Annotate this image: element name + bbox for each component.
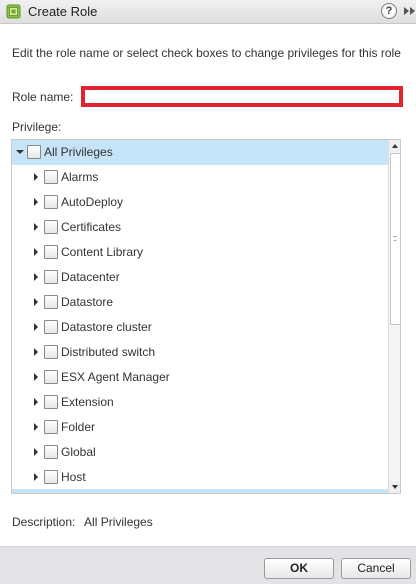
scroll-down-arrow-icon[interactable] <box>389 481 400 493</box>
tree-row-all-privileges[interactable]: All Privileges <box>12 140 388 165</box>
tree-row-label: Certificates <box>61 220 122 234</box>
tree-row-folder[interactable]: Folder <box>12 415 388 440</box>
ok-button[interactable]: OK <box>264 558 334 579</box>
expand-icon[interactable] <box>403 6 416 16</box>
expand-arrow-icon[interactable] <box>34 198 38 206</box>
tree-row-certificates[interactable]: Certificates <box>12 215 388 240</box>
privilege-label: Privilege: <box>12 120 62 134</box>
tree-row-global[interactable]: Global <box>12 440 388 465</box>
checkbox-datacenter[interactable] <box>44 270 58 284</box>
dialog-footer: OK Cancel <box>0 546 416 584</box>
tree-row-content-library[interactable]: Content Library <box>12 240 388 265</box>
tree-row-label: ESX Agent Manager <box>61 370 170 384</box>
expand-arrow-icon[interactable] <box>34 223 38 231</box>
expand-arrow-icon[interactable] <box>34 273 38 281</box>
tree-row-esx-agent-manager[interactable]: ESX Agent Manager <box>12 365 388 390</box>
checkbox-datastore-cluster[interactable] <box>44 320 58 334</box>
scroll-thumb[interactable]: :: <box>390 153 400 325</box>
privilege-tree[interactable]: All Privileges Alarms AutoDeploy Certifi… <box>11 139 401 494</box>
tree-row-label: Datacenter <box>61 270 120 284</box>
tree-row-label: All Privileges <box>44 145 113 159</box>
checkbox-all-privileges[interactable] <box>27 145 41 159</box>
checkbox-certificates[interactable] <box>44 220 58 234</box>
grip-icon: :: <box>393 233 397 243</box>
window-title: Create Role <box>28 4 98 19</box>
expand-arrow-icon[interactable] <box>34 423 38 431</box>
checkbox-extension[interactable] <box>44 395 58 409</box>
tree-row-label: Extension <box>61 395 114 409</box>
tree-row-label: Datastore <box>61 295 114 309</box>
checkbox-host[interactable] <box>44 470 58 484</box>
checkbox-folder[interactable] <box>44 420 58 434</box>
expand-arrow-icon[interactable] <box>34 373 38 381</box>
help-button[interactable]: ? <box>381 3 397 19</box>
expand-arrow-icon[interactable] <box>34 473 38 481</box>
tree-row-label: Content Library <box>61 245 144 259</box>
tree-row-label: Global <box>61 445 96 459</box>
checkbox-distributed-switch[interactable] <box>44 345 58 359</box>
tree-row-label: Host <box>61 470 86 484</box>
checkbox-alarms[interactable] <box>44 170 58 184</box>
checkbox-datastore[interactable] <box>44 295 58 309</box>
tree-row-label: Distributed switch <box>61 345 156 359</box>
tree-row-label: Folder <box>61 420 96 434</box>
tree-row-label: AutoDeploy <box>61 195 124 209</box>
expand-arrow-icon[interactable] <box>34 323 38 331</box>
role-name-input[interactable] <box>81 86 403 107</box>
vsphere-role-icon <box>6 4 21 19</box>
expand-arrow-icon[interactable] <box>34 348 38 356</box>
expand-arrow-icon[interactable] <box>34 248 38 256</box>
checkbox-esx-agent-manager[interactable] <box>44 370 58 384</box>
expand-arrow-icon[interactable] <box>34 448 38 456</box>
tree-row-host[interactable]: Host <box>12 465 388 490</box>
checkbox-global[interactable] <box>44 445 58 459</box>
tree-row-next-partial <box>12 489 388 493</box>
expand-arrow-icon[interactable] <box>34 173 38 181</box>
instructions-text: Edit the role name or select check boxes… <box>12 46 401 60</box>
tree-row-extension[interactable]: Extension <box>12 390 388 415</box>
collapse-arrow-icon[interactable] <box>16 150 24 154</box>
expand-arrow-icon[interactable] <box>34 398 38 406</box>
description: Description: All Privileges <box>12 515 153 529</box>
tree-row-datastore-cluster[interactable]: Datastore cluster <box>12 315 388 340</box>
tree-row-alarms[interactable]: Alarms <box>12 165 388 190</box>
tree-row-label: Datastore cluster <box>61 320 152 334</box>
title-bar: Create Role ? <box>0 0 416 24</box>
description-label: Description: <box>12 515 76 529</box>
vertical-scrollbar[interactable]: :: <box>388 140 400 493</box>
tree-row-distributed-switch[interactable]: Distributed switch <box>12 340 388 365</box>
tree-row-label: Alarms <box>61 170 99 184</box>
tree-row-autodeploy[interactable]: AutoDeploy <box>12 190 388 215</box>
checkbox-autodeploy[interactable] <box>44 195 58 209</box>
cancel-button[interactable]: Cancel <box>341 558 411 579</box>
scroll-up-arrow-icon[interactable] <box>389 140 400 152</box>
expand-arrow-icon[interactable] <box>34 298 38 306</box>
description-value: All Privileges <box>84 515 153 529</box>
checkbox-content-library[interactable] <box>44 245 58 259</box>
role-name-label: Role name: <box>12 90 74 104</box>
tree-row-datacenter[interactable]: Datacenter <box>12 265 388 290</box>
tree-row-datastore[interactable]: Datastore <box>12 290 388 315</box>
